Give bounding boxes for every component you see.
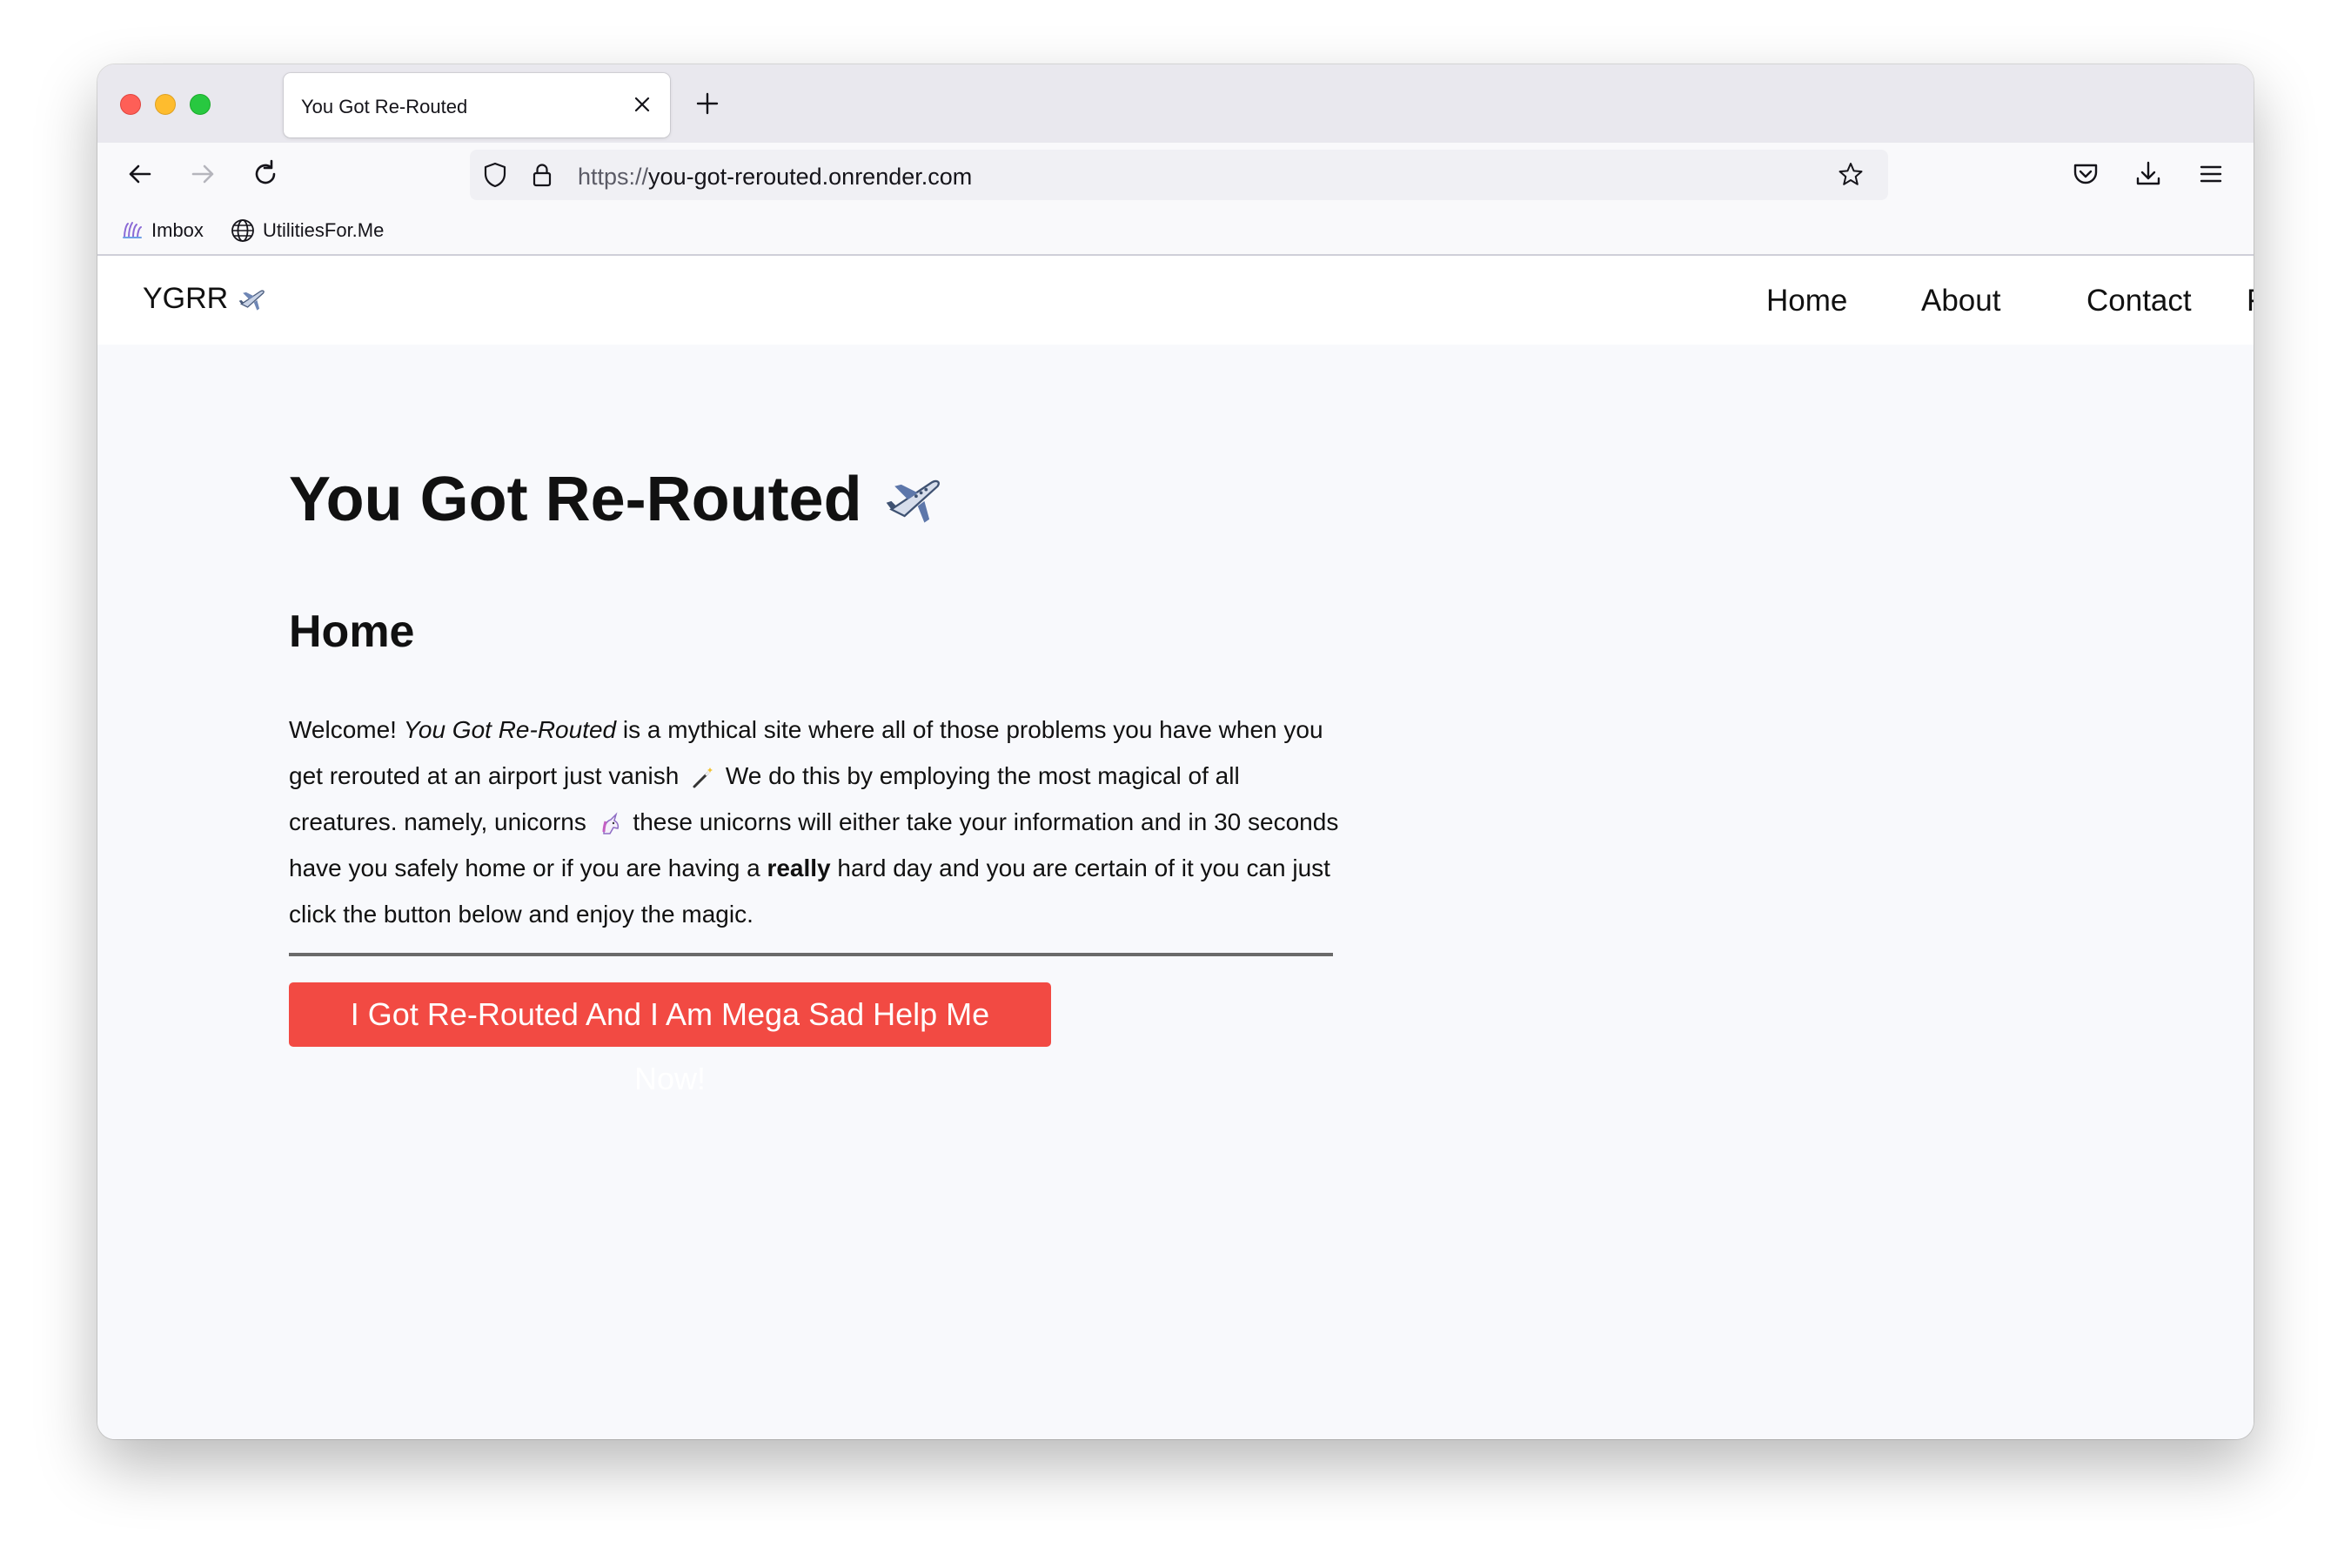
url-text[interactable]: https://you-got-rerouted.onrender.com xyxy=(578,164,972,191)
bookmark-utilitiesforme[interactable]: UtilitiesFor.Me xyxy=(230,218,384,244)
bookmarks-bar: Imbox UtilitiesFor.Me xyxy=(97,205,2254,256)
site-brand[interactable]: YGRR xyxy=(143,282,268,316)
bookmark-star-icon[interactable] xyxy=(1836,160,1865,190)
nav-link-home[interactable]: Home xyxy=(1766,284,1847,318)
magic-wand-icon xyxy=(693,767,713,788)
url-bar[interactable]: https://you-got-rerouted.onrender.com xyxy=(470,150,1888,200)
lock-icon[interactable] xyxy=(527,160,557,190)
forward-arrow-icon[interactable] xyxy=(183,154,223,194)
menu-hamburger-icon[interactable] xyxy=(2191,154,2231,194)
nav-link-about[interactable]: About xyxy=(1921,284,2000,318)
back-arrow-icon[interactable] xyxy=(120,154,160,194)
site-header: YGRR Home About Contact FAQ xyxy=(97,256,2254,345)
minimize-window-button[interactable] xyxy=(155,94,176,115)
download-icon[interactable] xyxy=(2128,154,2168,194)
divider xyxy=(289,953,1333,956)
airplane-icon xyxy=(238,289,265,311)
tab-strip: You Got Re-Routed xyxy=(97,64,2254,143)
brand-text: YGRR xyxy=(143,282,229,315)
welcome-paragraph: Welcome! You Got Re-Routed is a mythical… xyxy=(289,716,1339,928)
page-title: You Got Re-Routed xyxy=(289,456,1333,543)
airplane-icon xyxy=(886,479,940,523)
nav-link-faq[interactable]: FAQ xyxy=(2247,284,2254,318)
nav-link-contact[interactable]: Contact xyxy=(2086,284,2192,318)
bookmark-imbox[interactable]: Imbox xyxy=(120,218,204,244)
shield-icon[interactable] xyxy=(480,160,510,190)
tab-title: You Got Re-Routed xyxy=(301,96,468,117)
new-tab-plus-icon[interactable] xyxy=(689,85,726,122)
reload-icon[interactable] xyxy=(245,154,285,194)
maximize-window-button[interactable] xyxy=(190,94,211,115)
web-page: YGRR Home About Contact FAQ You Got Re-R… xyxy=(97,256,2254,1439)
globe-icon xyxy=(231,219,254,242)
bookmark-label: Imbox xyxy=(151,219,204,241)
navigation-toolbar: https://you-got-rerouted.onrender.com xyxy=(97,143,2254,205)
close-window-button[interactable] xyxy=(120,94,141,115)
pocket-icon[interactable] xyxy=(2066,154,2106,194)
close-icon[interactable] xyxy=(625,87,660,122)
browser-window: You Got Re-Routed https://you-got-rerout… xyxy=(97,64,2254,1439)
active-tab[interactable]: You Got Re-Routed xyxy=(284,73,670,137)
unicorn-icon xyxy=(602,812,619,834)
main-content: You Got Re-Routed Home Welcome! You Got … xyxy=(289,456,1338,1096)
bookmark-label: UtilitiesFor.Me xyxy=(263,219,385,241)
help-me-now-button[interactable]: I Got Re-Routed And I Am Mega Sad Help M… xyxy=(289,982,1051,1096)
imbox-icon xyxy=(123,222,142,238)
section-title: Home xyxy=(289,606,415,657)
